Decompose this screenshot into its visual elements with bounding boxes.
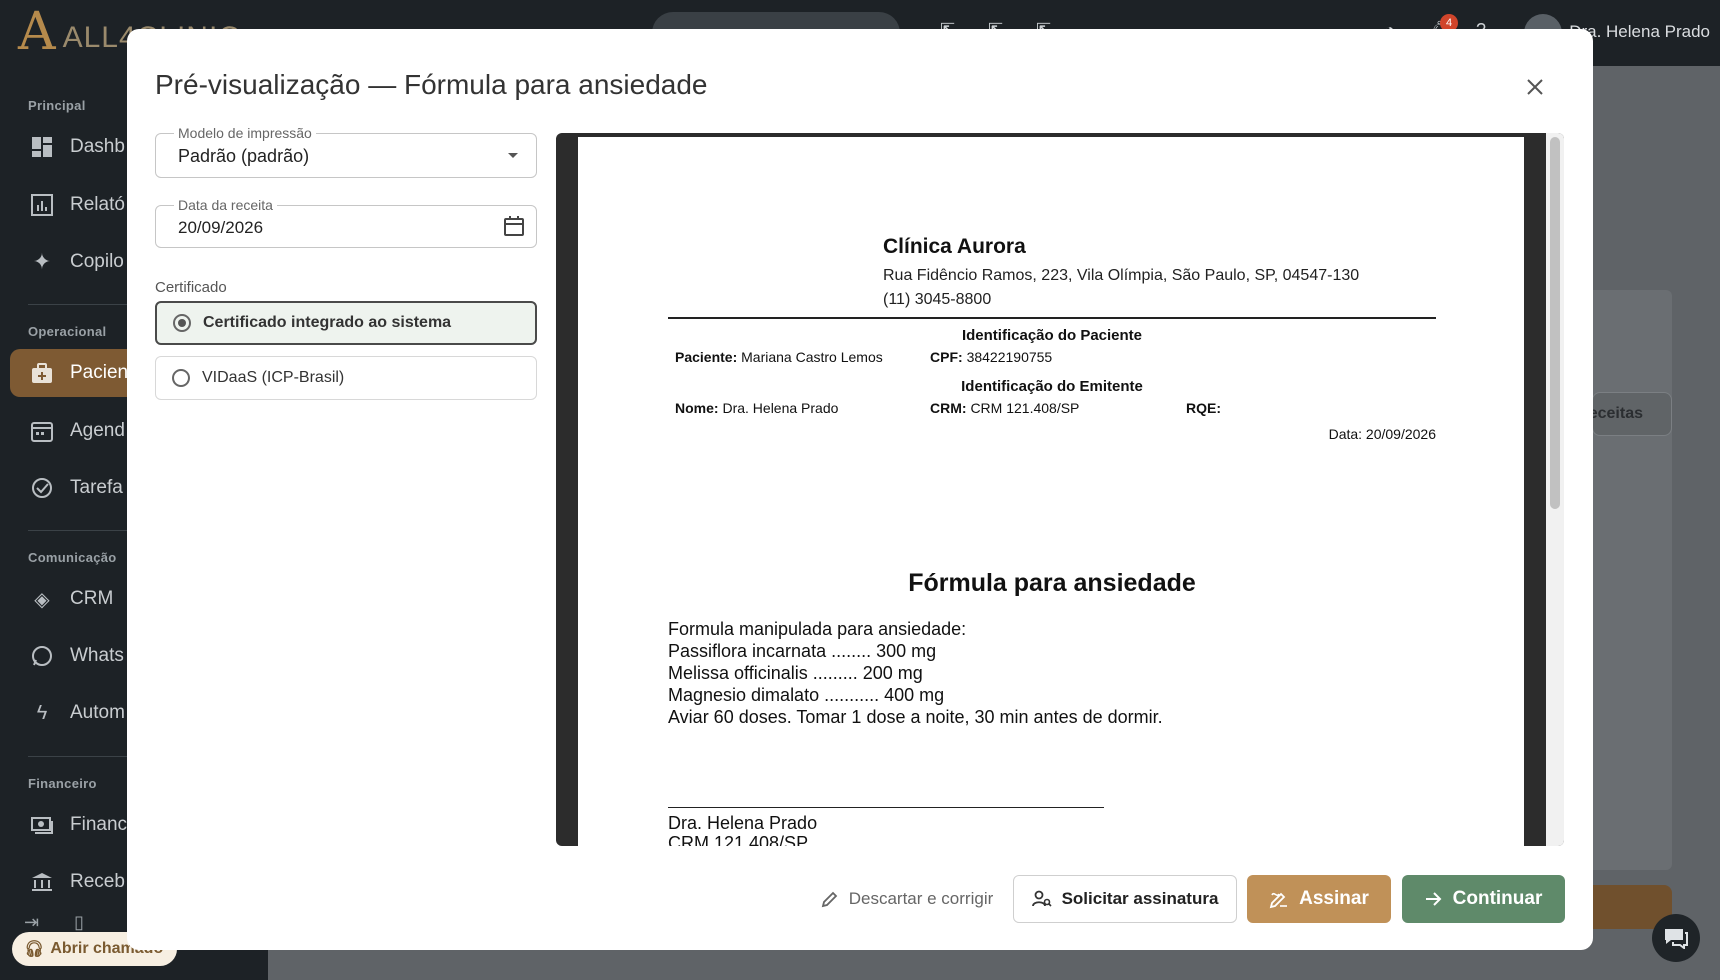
certificate-option-vidaas[interactable]: VIDaaS (ICP-Brasil) <box>155 356 537 400</box>
document-date: Data: 20/09/2026 <box>1328 426 1436 442</box>
header-rule <box>668 317 1436 319</box>
sidebar-item-label: Copilo <box>70 251 124 272</box>
certificate-label: Certificado <box>155 279 227 296</box>
prescription-line: Passiflora incarnata ........ 300 mg <box>668 641 937 661</box>
nav-section-title: Comunicação <box>28 550 117 565</box>
prescription-page: Clínica Aurora Rua Fidêncio Ramos, 223, … <box>578 137 1524 846</box>
calendar-icon <box>30 419 54 443</box>
discard-button[interactable]: Descartar e corrigir <box>807 875 1007 923</box>
logout-icon[interactable]: ⇥ <box>24 912 39 933</box>
signature-crm: CRM 121.408/SP <box>668 833 809 846</box>
nav-section-title: Principal <box>28 98 86 113</box>
check-circle-icon <box>30 476 54 500</box>
sidebar-item-label: Agend <box>70 420 125 441</box>
clinic-name: Clínica Aurora <box>883 235 1026 258</box>
chat-button[interactable] <box>1652 914 1700 962</box>
clinic-phone: (11) 3045-8800 <box>883 291 992 308</box>
prescription-date-field[interactable]: Data da receita 20/09/2026 <box>155 197 537 248</box>
signature-name: Dra. Helena Prado <box>668 813 818 833</box>
arrow-right-icon <box>1425 892 1442 906</box>
sidebar-item-label: Financ <box>70 814 128 835</box>
preview-dialog: Pré-visualização — Fórmula para ansiedad… <box>127 29 1593 950</box>
sidebar-item-label: Relató <box>70 194 125 215</box>
field-label: Data da receita <box>174 197 277 213</box>
money-icon <box>30 813 54 837</box>
bolt-icon: ϟ <box>36 701 48 724</box>
headset-icon: 🎧︎ <box>24 941 45 958</box>
prescription-line: Magnesio dimalato ........... 400 mg <box>668 685 945 705</box>
scrollbar-thumb[interactable] <box>1550 137 1560 509</box>
date-value: 20/09/2026 <box>178 218 264 237</box>
prescription-line: Formula manipulada para ansiedade: <box>668 619 967 639</box>
close-button[interactable] <box>1519 71 1551 103</box>
prescription-line: Aviar 60 doses. Tomar 1 dose a noite, 30… <box>668 707 1163 727</box>
caret-down-icon <box>508 153 518 158</box>
clinic-address: Rua Fidêncio Ramos, 223, Vila Olímpia, S… <box>883 267 1360 284</box>
chat-icon <box>1665 929 1688 949</box>
continue-button[interactable]: Continuar <box>1402 875 1565 923</box>
issuer-section-title: Identificação do Emitente <box>961 378 1143 395</box>
prescription-line: Melissa officinalis ......... 200 mg <box>668 663 923 683</box>
sign-button[interactable]: Assinar <box>1247 875 1391 923</box>
nav-section-title: Operacional <box>28 324 107 339</box>
calendar-icon[interactable] <box>504 216 524 241</box>
sidebar-item-label: Dashb <box>70 136 125 157</box>
signature-icon <box>1269 892 1288 909</box>
mobile-icon[interactable]: ▯ <box>74 912 84 933</box>
print-model-select[interactable]: Modelo de impressão Padrão (padrão) <box>155 125 537 178</box>
certificate-option-integrated[interactable]: Certificado integrado ao sistema <box>155 301 537 345</box>
sidebar-item-label: Receb <box>70 871 125 892</box>
sparkle-icon: ✦ <box>32 249 52 274</box>
radio-icon <box>172 369 190 387</box>
person-search-icon <box>1031 890 1052 907</box>
patient-section-title: Identificação do Paciente <box>961 327 1143 344</box>
sidebar-item-label: Tarefa <box>70 477 123 498</box>
request-signature-button[interactable]: Solicitar assinatura <box>1013 875 1237 923</box>
sidebar-item-label: Whats <box>70 645 124 666</box>
receitas-button[interactable]: eceitas <box>1589 392 1672 436</box>
patient-name: Paciente: Mariana Castro Lemos <box>675 349 883 365</box>
sidebar-item-label: Pacien <box>70 362 129 383</box>
patient-cpf: CPF: 38422190755 <box>930 349 1053 365</box>
pencil-icon <box>821 891 837 908</box>
nav-section-title: Financeiro <box>28 776 97 791</box>
issuer-name: Nome: Dra. Helena Prado <box>675 400 839 416</box>
signature-line <box>668 807 1104 808</box>
patients-icon <box>30 361 54 385</box>
bank-icon <box>30 870 54 894</box>
dialog-title: Pré-visualização — Fórmula para ansiedad… <box>155 69 708 100</box>
close-icon <box>1527 79 1543 95</box>
dashboard-icon <box>30 135 54 159</box>
select-value: Padrão (padrão) <box>178 146 310 166</box>
chart-icon <box>30 193 54 217</box>
radio-selected-icon <box>173 314 191 332</box>
scrollbar[interactable] <box>1546 133 1564 846</box>
sidebar-item-label: CRM <box>70 588 114 609</box>
document-preview[interactable]: Clínica Aurora Rua Fidêncio Ramos, 223, … <box>556 133 1564 846</box>
whatsapp-icon <box>30 644 54 668</box>
issuer-crm: CRM: CRM 121.408/SP <box>930 400 1080 416</box>
handshake-icon: ◈ <box>34 588 50 611</box>
issuer-rqe: RQE: <box>1186 400 1221 416</box>
prescription-title: Fórmula para ansiedade <box>908 569 1196 597</box>
sidebar-item-label: Autom <box>70 702 125 723</box>
field-label: Modelo de impressão <box>174 125 316 141</box>
